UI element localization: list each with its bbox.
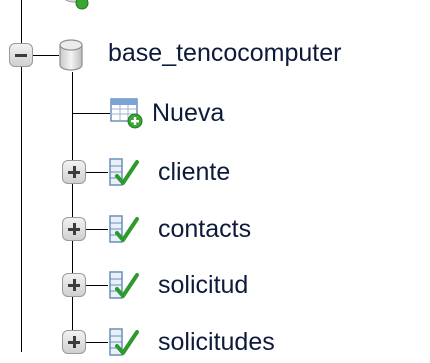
table-icon[interactable] bbox=[108, 156, 140, 188]
tree-branch-line bbox=[86, 285, 108, 286]
tree-branch-line bbox=[86, 229, 108, 230]
tree-branch-line bbox=[72, 113, 110, 114]
table-icon[interactable] bbox=[108, 326, 140, 358]
tree-branch-line bbox=[86, 172, 108, 173]
navigation-tree: base_tencocomputer Nueva cliente contact… bbox=[0, 0, 430, 356]
database-name-label[interactable]: base_tencocomputer bbox=[108, 41, 341, 66]
expand-plus-icon[interactable] bbox=[62, 330, 86, 354]
table-link-contacts[interactable]: contacts bbox=[158, 217, 251, 242]
new-table-icon[interactable] bbox=[110, 97, 144, 129]
tree-guide-line bbox=[72, 72, 73, 352]
table-link-solicitudes[interactable]: solicitudes bbox=[158, 330, 275, 355]
collapse-minus-icon[interactable] bbox=[9, 43, 33, 67]
expand-plus-icon[interactable] bbox=[62, 273, 86, 297]
expand-plus-icon[interactable] bbox=[62, 160, 86, 184]
expand-plus-icon[interactable] bbox=[62, 217, 86, 241]
table-icon[interactable] bbox=[108, 269, 140, 301]
tree-branch-line bbox=[33, 55, 59, 56]
table-link-cliente[interactable]: cliente bbox=[158, 160, 230, 185]
database-icon[interactable] bbox=[58, 38, 84, 72]
table-icon[interactable] bbox=[108, 213, 140, 245]
partial-database-icon bbox=[62, 0, 90, 12]
tree-branch-line bbox=[86, 342, 108, 343]
table-link-solicitud[interactable]: solicitud bbox=[158, 273, 248, 298]
new-table-link[interactable]: Nueva bbox=[152, 101, 224, 126]
